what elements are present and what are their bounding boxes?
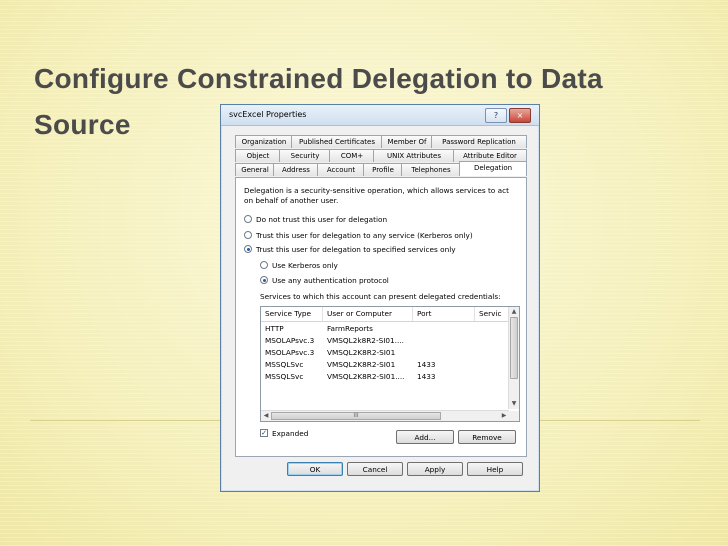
tab-general[interactable]: General	[235, 163, 275, 176]
tab-organization[interactable]: Organization	[235, 135, 293, 148]
tab-security[interactable]: Security	[279, 149, 331, 162]
tab-password-replication[interactable]: Password Replication	[431, 135, 527, 148]
delegation-description: Delegation is a security-sensitive opera…	[244, 186, 509, 205]
scroll-right-icon[interactable]: ▶	[499, 411, 509, 421]
radio-label: Use Kerberos only	[272, 261, 338, 270]
help-button[interactable]: Help	[467, 462, 523, 476]
horizontal-scroll-thumb[interactable]: III	[271, 412, 441, 420]
cell-service-type: MSSQLSvc	[265, 360, 304, 369]
scrollbar-corner	[509, 411, 519, 421]
column-port[interactable]: Port	[413, 307, 475, 321]
services-label: Services to which this account can prese…	[260, 292, 501, 301]
tab-object[interactable]: Object	[235, 149, 281, 162]
radio-button-selected[interactable]	[260, 276, 268, 284]
delegation-panel: Delegation is a security-sensitive opera…	[235, 177, 527, 457]
table-row[interactable]: MSSQLSvc VMSQL2K8R2-SI01 1433	[261, 359, 509, 371]
tab-address[interactable]: Address	[273, 163, 319, 176]
vertical-scrollbar[interactable]: ▲ ▼	[508, 307, 519, 409]
dialog-titlebar[interactable]: svcExcel Properties ? ×	[221, 105, 539, 126]
table-row[interactable]: MSOLAPsvc.3 VMSQL2K8R2-SI01	[261, 347, 509, 359]
cell-service-type: MSOLAPsvc.3	[265, 348, 315, 357]
tab-published-certificates[interactable]: Published Certificates	[291, 135, 383, 148]
cell-port: 1433	[417, 372, 436, 381]
cell-user-or-computer: FarmReports	[327, 324, 373, 333]
checkmark-icon[interactable]: ✓	[260, 429, 268, 437]
scroll-left-icon[interactable]: ◀	[261, 411, 271, 421]
column-service[interactable]: Servic	[475, 307, 509, 321]
decorative-line-left	[30, 420, 220, 421]
cell-service-type: MSSQLSvc	[265, 372, 304, 381]
services-list[interactable]: Service Type User or Computer Port Servi…	[260, 306, 520, 422]
apply-button[interactable]: Apply	[407, 462, 463, 476]
tab-com-plus[interactable]: COM+	[329, 149, 375, 162]
tab-profile[interactable]: Profile	[363, 163, 403, 176]
radio-label: Do not trust this user for delegation	[256, 215, 388, 224]
list-header: Service Type User or Computer Port Servi…	[261, 307, 509, 322]
cell-user-or-computer: VMSQL2K8R2-SI01	[327, 360, 396, 369]
tab-delegation[interactable]: Delegation	[459, 161, 527, 176]
cell-service-type: MSOLAPsvc.3	[265, 336, 315, 345]
vertical-scroll-thumb[interactable]	[510, 317, 518, 379]
table-row[interactable]: MSOLAPsvc.3 VMSQL2k8R2-SI01....	[261, 335, 509, 347]
help-icon[interactable]: ?	[485, 108, 507, 123]
remove-button[interactable]: Remove	[458, 430, 516, 444]
decorative-line-right	[540, 420, 700, 421]
cell-user-or-computer: VMSQL2K8R2-SI01	[327, 348, 396, 357]
column-user-or-computer[interactable]: User or Computer	[323, 307, 413, 321]
cell-user-or-computer: VMSQL2K8R2-SI01....	[327, 372, 405, 381]
cell-user-or-computer: VMSQL2k8R2-SI01....	[327, 336, 404, 345]
radio-button[interactable]	[244, 215, 252, 223]
radio-button-selected[interactable]	[244, 245, 252, 253]
radio-label: Trust this user for delegation to any se…	[256, 231, 473, 240]
cell-service-type: HTTP	[265, 324, 284, 333]
add-button[interactable]: Add...	[396, 430, 454, 444]
dialog-title: svcExcel Properties	[229, 110, 307, 119]
radio-button[interactable]	[244, 231, 252, 239]
radio-button[interactable]	[260, 261, 268, 269]
tab-unix-attributes[interactable]: UNIX Attributes	[373, 149, 455, 162]
scroll-down-icon[interactable]: ▼	[509, 399, 519, 409]
horizontal-scrollbar[interactable]: ◀ III ▶	[261, 410, 509, 421]
expanded-label: Expanded	[272, 429, 309, 438]
cell-port: 1433	[417, 360, 436, 369]
close-icon[interactable]: ×	[509, 108, 531, 123]
properties-dialog: svcExcel Properties ? × Organization Pub…	[220, 104, 540, 492]
radio-label: Trust this user for delegation to specif…	[256, 245, 456, 254]
cancel-button[interactable]: Cancel	[347, 462, 403, 476]
tab-telephones[interactable]: Telephones	[401, 163, 461, 176]
ok-button[interactable]: OK	[287, 462, 343, 476]
tab-account[interactable]: Account	[317, 163, 365, 176]
radio-label: Use any authentication protocol	[272, 276, 389, 285]
table-row[interactable]: MSSQLSvc VMSQL2K8R2-SI01.... 1433	[261, 371, 509, 383]
table-row[interactable]: HTTP FarmReports	[261, 323, 509, 335]
tab-member-of[interactable]: Member Of	[381, 135, 433, 148]
column-service-type[interactable]: Service Type	[261, 307, 323, 321]
scroll-up-icon[interactable]: ▲	[509, 307, 519, 317]
